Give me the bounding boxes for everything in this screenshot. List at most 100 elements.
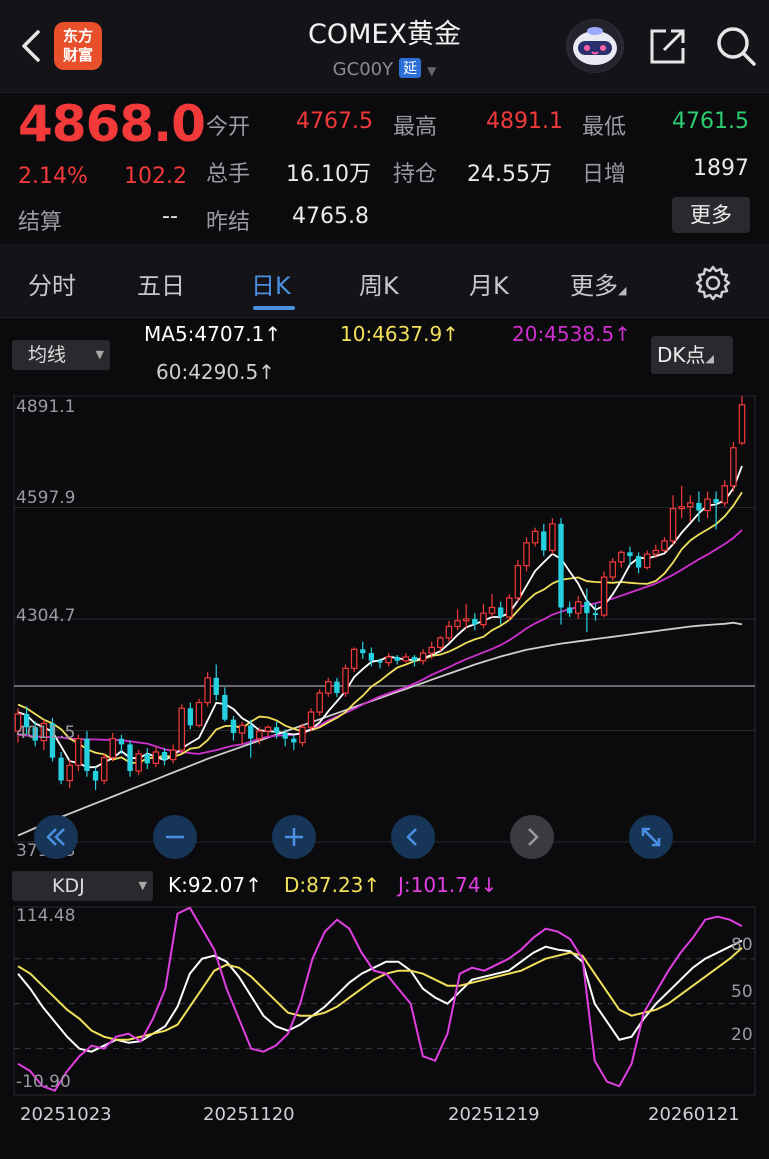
tab-weekly-k[interactable]: 周K: [359, 266, 399, 301]
kdj-d-value: D:87.23↑: [284, 873, 381, 897]
kdj-chart[interactable]: [0, 905, 769, 1100]
select-arrow-icon: ▼: [138, 879, 147, 892]
tab-five-day[interactable]: 五日: [137, 266, 185, 301]
candle-body: [462, 618, 470, 622]
candle-body: [230, 719, 237, 733]
robot-assistant-avatar[interactable]: [566, 19, 624, 73]
candle-body: [445, 625, 453, 639]
top-bar: 东方 财富 COMEX黄金 GC00Y 延 ▼: [0, 0, 769, 92]
candle-body: [678, 506, 685, 510]
date-axis-tick: 20260121: [648, 1104, 740, 1125]
price-axis-tick: 4011.5: [16, 723, 76, 743]
price-axis-tick: 4304.7: [16, 606, 76, 626]
chart-period-tabs: 分时 五日 日K 周K 月K 更多◢: [0, 244, 769, 318]
price-axis-tick: 4891.1: [16, 397, 76, 417]
candle-body: [506, 597, 513, 618]
settings-gear-icon[interactable]: [694, 264, 732, 302]
dropdown-caret-icon: ▼: [427, 64, 437, 78]
candle-body: [144, 753, 150, 764]
kdj-j-value: J:101.74↓: [398, 873, 498, 897]
candle-body: [377, 660, 383, 663]
candle-body: [635, 556, 642, 568]
candle-body: [514, 565, 522, 599]
candle-body: [609, 561, 616, 578]
candle-body: [325, 681, 332, 694]
candle-body: [661, 540, 668, 552]
candle-body: [531, 530, 539, 544]
candle-body: [264, 726, 272, 732]
dk-point-button[interactable]: DK点◢: [651, 336, 733, 374]
candle-body: [342, 667, 349, 694]
date-axis-tick: 20251219: [448, 1104, 540, 1125]
high-value: 4891.1: [486, 109, 563, 134]
zoom-out-button[interactable]: [153, 815, 197, 859]
corner-triangle-icon: ◢: [705, 352, 714, 365]
ma10-line: [17, 491, 743, 764]
candle-body: [411, 656, 418, 661]
candle-body: [58, 757, 64, 781]
tab-intraday[interactable]: 分时: [28, 266, 76, 301]
low-value: 4761.5: [672, 109, 749, 134]
kdj-indicator-select[interactable]: KDJ ▼: [12, 871, 153, 901]
double-chevron-left-icon: [46, 828, 65, 846]
candle-body: [428, 646, 435, 654]
kdj-axis-tick: 80: [731, 935, 753, 955]
candle-body: [419, 652, 427, 662]
candle-body: [316, 692, 323, 713]
kdj-axis-tick: 50: [731, 982, 753, 1002]
daily-increase-label: 日增: [582, 162, 627, 187]
scroll-right-button[interactable]: [510, 815, 554, 859]
open-value: 4767.5: [296, 109, 373, 134]
daily-increase-value: 1897: [693, 156, 749, 181]
candle-body: [334, 681, 340, 694]
tab-daily-k[interactable]: 日K: [251, 266, 291, 301]
candle-body: [92, 771, 99, 781]
corner-triangle-icon: ◢: [618, 284, 627, 297]
ma-indicator-select[interactable]: 均线 ▼: [12, 340, 110, 370]
candle-body: [549, 523, 556, 552]
scroll-left-button[interactable]: [391, 815, 435, 859]
candle-body: [618, 551, 625, 563]
fullscreen-button[interactable]: [629, 815, 673, 859]
ma-select-label: 均线: [28, 344, 67, 366]
candle-body: [118, 738, 125, 745]
last-price: 4868.0: [18, 95, 206, 153]
low-label: 最低: [582, 115, 627, 140]
candle-body: [187, 708, 194, 726]
candle-body: [600, 576, 608, 616]
scroll-left-far-button[interactable]: [34, 815, 78, 859]
candle-body: [135, 753, 142, 772]
settle-label: 结算: [18, 210, 63, 235]
candle-body: [195, 701, 203, 726]
select-arrow-icon: ▼: [95, 348, 104, 361]
quote-panel: 4868.0 今开 4767.5 最高 4891.1 最低 4761.5 2.1…: [0, 92, 769, 240]
candle-body: [109, 738, 117, 759]
candle-body: [721, 485, 729, 504]
kdj-select-label: KDJ: [52, 875, 85, 897]
candlestick-chart[interactable]: [0, 394, 769, 864]
quote-more-button[interactable]: 更多: [672, 197, 750, 233]
candle-body: [222, 694, 228, 720]
share-icon[interactable]: [648, 26, 688, 66]
candle-body: [394, 656, 400, 661]
candle-body: [84, 738, 90, 772]
open-label: 今开: [206, 115, 251, 140]
candle-body: [704, 498, 711, 512]
candle-body: [161, 751, 168, 760]
tab-monthly-k[interactable]: 月K: [469, 266, 509, 301]
candle-body: [350, 648, 358, 669]
candle-body: [307, 711, 315, 728]
search-icon[interactable]: [714, 24, 758, 68]
tab-more[interactable]: 更多◢: [570, 266, 626, 301]
chevron-left-icon: [406, 828, 417, 846]
zoom-in-button[interactable]: [272, 815, 316, 859]
expand-icon: [641, 827, 661, 847]
candle-body: [204, 677, 211, 704]
change-value: 102.2: [124, 164, 187, 189]
candle-body: [730, 447, 737, 487]
candle-body: [592, 613, 599, 616]
settle-value: --: [162, 204, 178, 229]
kdj-k-value: K:92.07↑: [168, 873, 262, 897]
kdj-axis-tick: 114.48: [16, 906, 76, 926]
candle-body: [488, 606, 496, 614]
